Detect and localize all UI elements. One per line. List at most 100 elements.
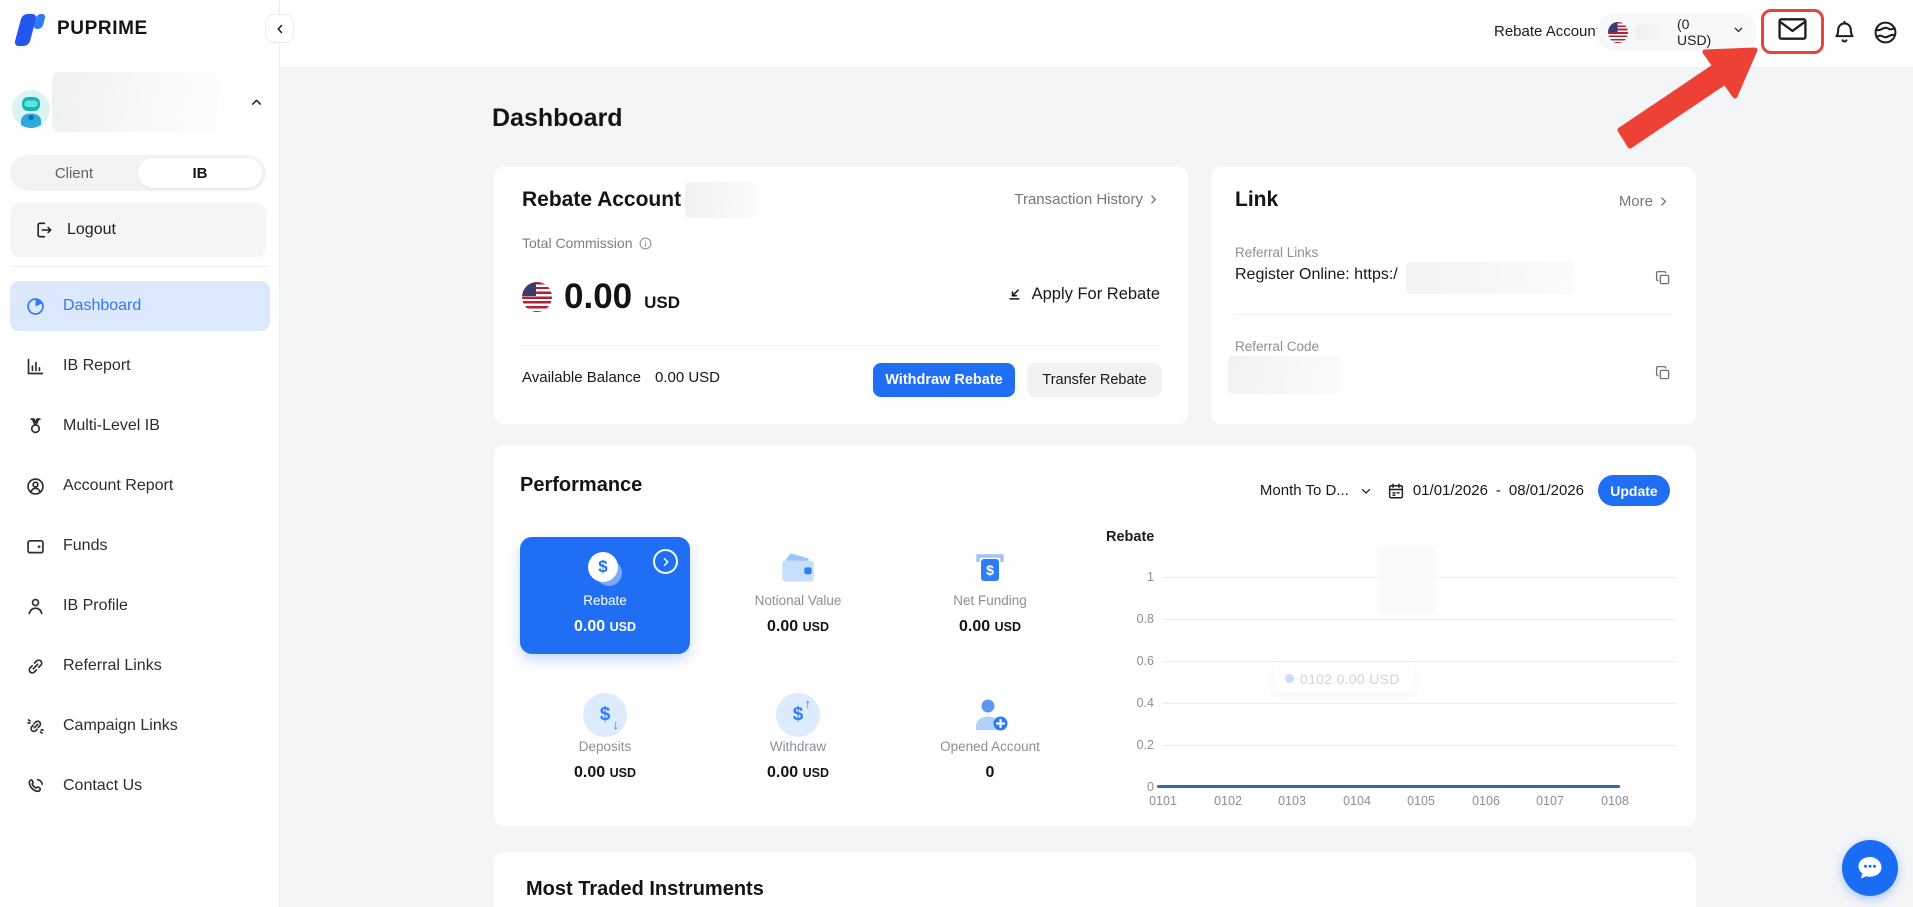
period-value: Month To D...: [1259, 482, 1349, 499]
metric-value: 0.00: [767, 764, 799, 781]
sidebar-item-campaign-links[interactable]: Campaign Links: [10, 701, 270, 751]
sidebar-item-label: IB Profile: [63, 597, 128, 614]
tooltip-series-dot: [1285, 674, 1294, 683]
y-axis-tick: 0.4: [1136, 696, 1154, 710]
account-balance: (0 USD): [1677, 16, 1712, 48]
mail-highlight-box[interactable]: [1761, 9, 1824, 54]
info-icon[interactable]: [638, 236, 653, 251]
person-icon: [25, 596, 46, 617]
y-axis-tick: 0: [1147, 780, 1154, 794]
x-axis-tick: 0104: [1343, 794, 1371, 808]
commission-value: 0.00: [564, 277, 633, 316]
date-range-picker[interactable]: 01/01/2026 - 08/01/2026: [1387, 482, 1584, 500]
most-traded-title: Most Traded Instruments: [526, 878, 764, 900]
chart-tooltip: 0102 0.00 USD: [1273, 664, 1415, 693]
metric-unit: USD: [609, 766, 636, 780]
account-selector[interactable]: (0 USD): [1596, 13, 1757, 51]
performance-controls: Month To D... 01/01/2026 - 08/01/2026 Up…: [1260, 475, 1670, 506]
metric-tile-notional-value[interactable]: Notional Value 0.00 USD: [713, 537, 883, 654]
date-separator: -: [1495, 482, 1501, 499]
metric-label: Rebate: [583, 593, 627, 608]
apply-for-rebate-link[interactable]: Apply For Rebate: [1005, 285, 1160, 304]
sidebar-item-ib-profile[interactable]: IB Profile: [10, 581, 270, 631]
sidebar-item-account-report[interactable]: Account Report: [10, 461, 270, 511]
deposits-icon: $ ↓: [583, 693, 627, 737]
metric-label: Opened Account: [940, 739, 1040, 754]
metric-value: 0: [985, 764, 995, 781]
sidebar-item-ib-report[interactable]: IB Report: [10, 341, 270, 391]
transaction-history-link[interactable]: Transaction History: [1014, 191, 1160, 208]
calendar-icon: [1388, 483, 1403, 498]
metric-tile-net-funding[interactable]: $ Net Funding 0.00 USD: [905, 537, 1075, 654]
bar-chart-icon: [25, 356, 46, 377]
x-axis-tick: 0102: [1214, 794, 1242, 808]
rebate-coin-icon: $: [588, 552, 622, 586]
copy-referral-link-button[interactable]: [1654, 269, 1672, 292]
x-axis-tick: 0101: [1149, 794, 1177, 808]
chart-blur-patch: [1377, 545, 1436, 615]
notional-wallet-icon: [782, 553, 814, 582]
available-balance-label: Available Balance: [522, 369, 641, 386]
total-commission-row: Total Commission: [522, 235, 653, 251]
chevron-down-icon: [1732, 23, 1745, 41]
logout-button[interactable]: Logout: [10, 203, 266, 257]
sidebar-item-funds[interactable]: Funds: [10, 521, 270, 571]
chart-data-line[interactable]: [1157, 785, 1620, 788]
notifications-bell-icon[interactable]: [1831, 19, 1858, 52]
metric-tile-deposits[interactable]: $ ↓ Deposits 0.00 USD: [520, 683, 690, 800]
us-flag-icon: [522, 282, 552, 312]
account-badge-redacted: [685, 182, 757, 218]
sidebar-item-contact-us[interactable]: Contact Us: [10, 761, 270, 811]
metric-label: Deposits: [578, 739, 632, 754]
metric-value: 0.00: [574, 618, 606, 635]
profile-summary[interactable]: [0, 70, 280, 134]
brand-name: PUPRIME: [57, 18, 148, 39]
chevron-up-icon[interactable]: [249, 95, 264, 115]
metric-tile-withdraw[interactable]: $ ↑ Withdraw 0.00 USD: [713, 683, 883, 800]
metric-unit: USD: [994, 620, 1021, 634]
dashboard-icon: [25, 296, 46, 317]
account-number-redacted: [1635, 24, 1669, 40]
copy-referral-code-button[interactable]: [1654, 364, 1672, 387]
mail-icon[interactable]: [1777, 16, 1808, 47]
more-link[interactable]: More: [1619, 193, 1670, 210]
transfer-rebate-button[interactable]: Transfer Rebate: [1027, 363, 1162, 397]
card-divider: [520, 345, 1162, 346]
live-chat-button[interactable]: [1842, 840, 1898, 896]
x-axis-tick: 0107: [1536, 794, 1564, 808]
metric-tile-opened-account[interactable]: Opened Account 0: [905, 683, 1075, 800]
language-globe-icon[interactable]: [1872, 19, 1899, 51]
sidebar-item-label: Referral Links: [63, 657, 162, 674]
top-header: Rebate Account (0 USD): [280, 0, 1913, 68]
link-card-title: Link: [1235, 188, 1279, 211]
page-title: Dashboard: [492, 104, 623, 132]
update-button[interactable]: Update: [1598, 475, 1670, 506]
withdraw-rebate-button[interactable]: Withdraw Rebate: [873, 363, 1015, 397]
sidebar-item-label: Dashboard: [63, 297, 142, 314]
chevron-right-icon: [1151, 195, 1157, 204]
tile-chevron-icon[interactable]: [653, 549, 678, 574]
medal-icon: [25, 416, 46, 437]
toggle-client[interactable]: Client: [10, 165, 138, 182]
client-ib-toggle[interactable]: Client IB: [10, 155, 266, 191]
chart-gridline: [1163, 619, 1676, 620]
more-label: More: [1618, 193, 1653, 210]
referral-code-label: Referral Code: [1235, 339, 1320, 354]
sidebar-item-dashboard[interactable]: Dashboard: [10, 281, 270, 331]
link-card: Link More Referral Links Register Online…: [1211, 167, 1696, 424]
period-select[interactable]: Month To D...: [1260, 482, 1373, 499]
rebate-account-card: Rebate Account Transaction History Total…: [494, 167, 1188, 424]
tooltip-value: 0.00 USD: [1336, 670, 1400, 687]
chart-gridline: [1163, 703, 1676, 704]
logout-label: Logout: [67, 221, 116, 238]
chart-gridline: [1163, 661, 1676, 662]
performance-card: Performance Month To D... 01/01/2026 - 0…: [494, 445, 1696, 826]
sidebar-item-multi-level-ib[interactable]: Multi-Level IB: [10, 401, 270, 451]
brand-logo-icon: [13, 10, 48, 48]
metric-tile-rebate[interactable]: $ Rebate 0.00 USD: [520, 537, 690, 654]
x-axis-tick: 0103: [1278, 794, 1306, 808]
sidebar-collapse-button[interactable]: [265, 14, 294, 43]
campaign-link-icon: [25, 716, 46, 737]
sidebar-item-referral-links[interactable]: Referral Links: [10, 641, 270, 691]
toggle-ib[interactable]: IB: [138, 158, 262, 188]
